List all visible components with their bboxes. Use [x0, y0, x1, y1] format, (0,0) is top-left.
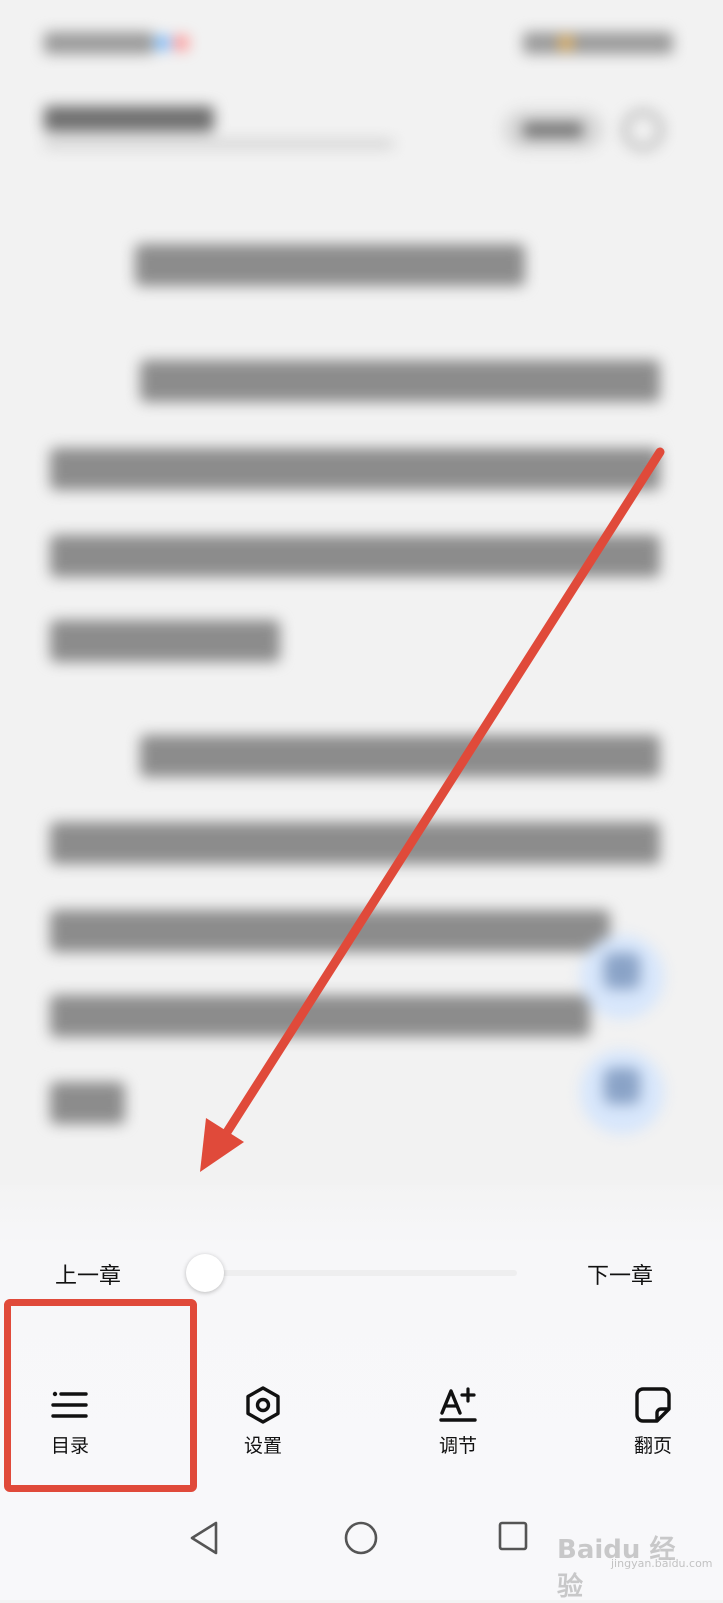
recent-apps-icon[interactable]	[497, 1520, 529, 1552]
home-icon[interactable]	[343, 1520, 379, 1556]
back-icon[interactable]	[188, 1520, 222, 1556]
annotation-arrow	[200, 447, 665, 1172]
baidu-watermark-logo: Baidu 经验 jingyan.baidu.com	[555, 1515, 713, 1602]
watermark-subtext: jingyan.baidu.com	[611, 1557, 713, 1570]
